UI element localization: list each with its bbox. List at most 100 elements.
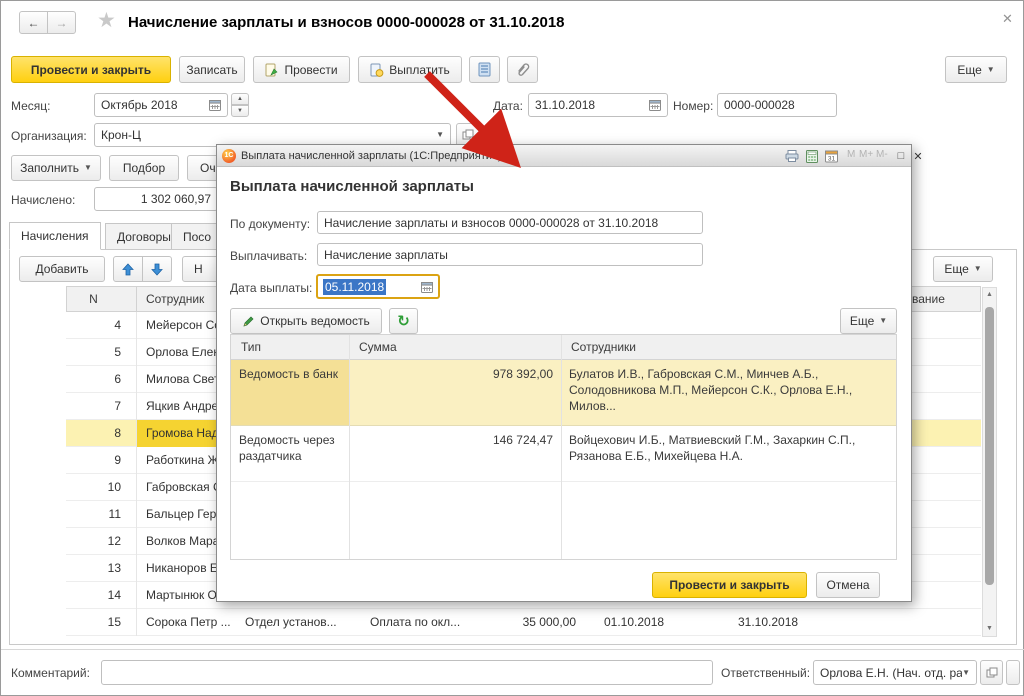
svg-text:31: 31 [827, 155, 835, 162]
table-row[interactable]: 15 Сорока Петр ... Отдел установ... Опла… [66, 609, 981, 636]
column-header-fragment[interactable]: вание [912, 292, 945, 306]
calendar-icon[interactable] [649, 99, 661, 111]
number-label: Номер: [673, 99, 714, 113]
organization-value: Крон-Ц [101, 128, 141, 142]
cell-amount: 35 000,00 [522, 615, 576, 629]
post-button[interactable]: Провести [253, 56, 350, 83]
move-up-button[interactable] [113, 256, 143, 282]
accrued-field[interactable]: 1 302 060,97 [94, 187, 218, 211]
cell-n: 7 [114, 399, 121, 413]
save-label: Записать [186, 62, 238, 77]
responsible-combo[interactable]: Орлова Е.Н. (Нач. отд. ра ▼ [813, 660, 977, 685]
memory-m-plus-button[interactable]: М+ [859, 149, 873, 160]
cell-n: 11 [108, 507, 121, 521]
column-header-n[interactable]: N [66, 292, 121, 306]
pencil-icon [242, 315, 255, 328]
arrow-up-icon [122, 262, 134, 276]
cell-n: 8 [114, 426, 121, 440]
column-header-type[interactable]: Тип [241, 340, 261, 354]
cell-amount: 146 724,47 [492, 433, 553, 447]
print-icon[interactable] [784, 148, 800, 164]
memory-m-button[interactable]: М [847, 149, 855, 160]
footer-grip-button[interactable] [1006, 660, 1020, 685]
chevron-down-icon[interactable]: ▼ [962, 668, 970, 677]
scrollbar-thumb[interactable] [985, 307, 994, 585]
cell-n: 13 [107, 561, 121, 575]
memory-m-minus-button[interactable]: М- [876, 149, 888, 160]
date-value: 31.10.2018 [535, 98, 596, 112]
comment-input[interactable] [101, 660, 713, 685]
annotation-arrow [424, 71, 521, 168]
add-row-label: Добавить [35, 262, 89, 276]
number-field[interactable]: 0000-000028 [717, 93, 837, 117]
pay-what-field[interactable]: Начисление зарплаты [317, 243, 703, 266]
payment-row-bank[interactable]: Ведомость в банк 978 392,00 Булатов И.В.… [231, 360, 896, 426]
chevron-down-icon: ▼ [879, 316, 888, 325]
maximize-icon[interactable]: □ [893, 148, 909, 164]
tab-accruals[interactable]: Начисления [9, 222, 101, 250]
column-header-employee[interactable]: Сотрудник [146, 292, 204, 306]
fill-button[interactable]: Заполнить ▼ [11, 155, 101, 181]
post-document-icon [265, 63, 279, 77]
favorite-star-icon[interactable]: ★ [97, 8, 116, 33]
cell-accrual: Оплата по окл... [370, 615, 461, 629]
save-button[interactable]: Записать [179, 56, 245, 83]
month-label: Месяц: [11, 99, 51, 113]
open-sheet-button[interactable]: Открыть ведомость [230, 308, 382, 334]
grid-scrollbar[interactable]: ▲ ▼ [982, 287, 997, 637]
dialog-close-icon[interactable]: ✕ [910, 148, 926, 164]
add-row-button[interactable]: Добавить [19, 256, 105, 282]
dialog-more-button[interactable]: Еще ▼ [840, 308, 897, 334]
month-field[interactable]: Октябрь 2018 [94, 93, 228, 117]
back-button[interactable]: ← [19, 11, 48, 34]
toolbar-more-button[interactable]: Еще ▼ [945, 56, 1007, 83]
month-stepper-down[interactable]: ▼ [231, 105, 249, 117]
refresh-button[interactable]: ↻ [389, 308, 418, 334]
dialog-cancel-label: Отмена [826, 578, 870, 592]
clear-label: Оч [200, 161, 216, 175]
by-document-field[interactable]: Начисление зарплаты и взносов 0000-00002… [317, 211, 703, 234]
responsible-label: Ответственный: [721, 666, 811, 680]
cell-type: Ведомость через раздатчика [239, 433, 335, 463]
calendar-icon[interactable] [421, 281, 433, 293]
column-header-employees[interactable]: Сотрудники [571, 340, 636, 354]
by-document-label: По документу: [230, 217, 311, 231]
forward-button[interactable]: → [47, 11, 76, 34]
chevron-down-icon: ▼ [973, 264, 982, 273]
pay-date-label: Дата выплаты: [230, 281, 313, 295]
post-and-close-button[interactable]: Провести и закрыть [11, 56, 171, 83]
calendar-icon[interactable] [209, 99, 221, 111]
tab-benefits-label: Посо [183, 229, 212, 244]
pick-button[interactable]: Подбор [109, 155, 179, 181]
dialog-titlebar[interactable]: 1C Выплата начисленной зарплаты (1С:Пред… [217, 145, 923, 167]
calendar-31-icon[interactable]: 31 [823, 148, 839, 164]
organization-label: Организация: [11, 129, 87, 143]
scroll-down-icon[interactable]: ▼ [983, 622, 996, 636]
tab-accruals-label: Начисления [21, 229, 89, 243]
grid-more-button[interactable]: Еще ▼ [933, 256, 993, 282]
calculator-icon[interactable] [804, 148, 820, 164]
pay-what-value: Начисление зарплаты [324, 247, 448, 262]
month-stepper-up[interactable]: ▲ [231, 93, 249, 105]
column-header-amount[interactable]: Сумма [359, 340, 397, 354]
move-down-button[interactable] [142, 256, 172, 282]
1c-logo: 1C [222, 149, 236, 163]
column-divider [136, 287, 137, 311]
responsible-value: Орлова Е.Н. (Нач. отд. ра [820, 665, 963, 680]
dialog-cancel-button[interactable]: Отмена [816, 572, 880, 598]
pay-date-value: 05.11.2018 [323, 278, 387, 295]
cell-n: 9 [114, 453, 121, 467]
footer-divider [1, 649, 1024, 650]
cell-n: 15 [107, 615, 121, 629]
close-icon[interactable]: ✕ [1002, 11, 1013, 27]
pay-date-field[interactable]: 05.11.2018 [316, 274, 440, 299]
payment-row-cashier[interactable]: Ведомость через раздатчика 146 724,47 Во… [231, 426, 896, 482]
date-field[interactable]: 31.10.2018 [528, 93, 668, 117]
open-sheet-label: Открыть ведомость [260, 314, 370, 328]
dialog-post-and-close-button[interactable]: Провести и закрыть [652, 572, 807, 598]
pay-what-label: Выплачивать: [230, 249, 308, 263]
scroll-up-icon[interactable]: ▲ [983, 288, 996, 302]
responsible-choose-button[interactable] [980, 660, 1003, 685]
post-label: Провести [284, 62, 338, 77]
comment-label: Комментарий: [11, 666, 90, 680]
